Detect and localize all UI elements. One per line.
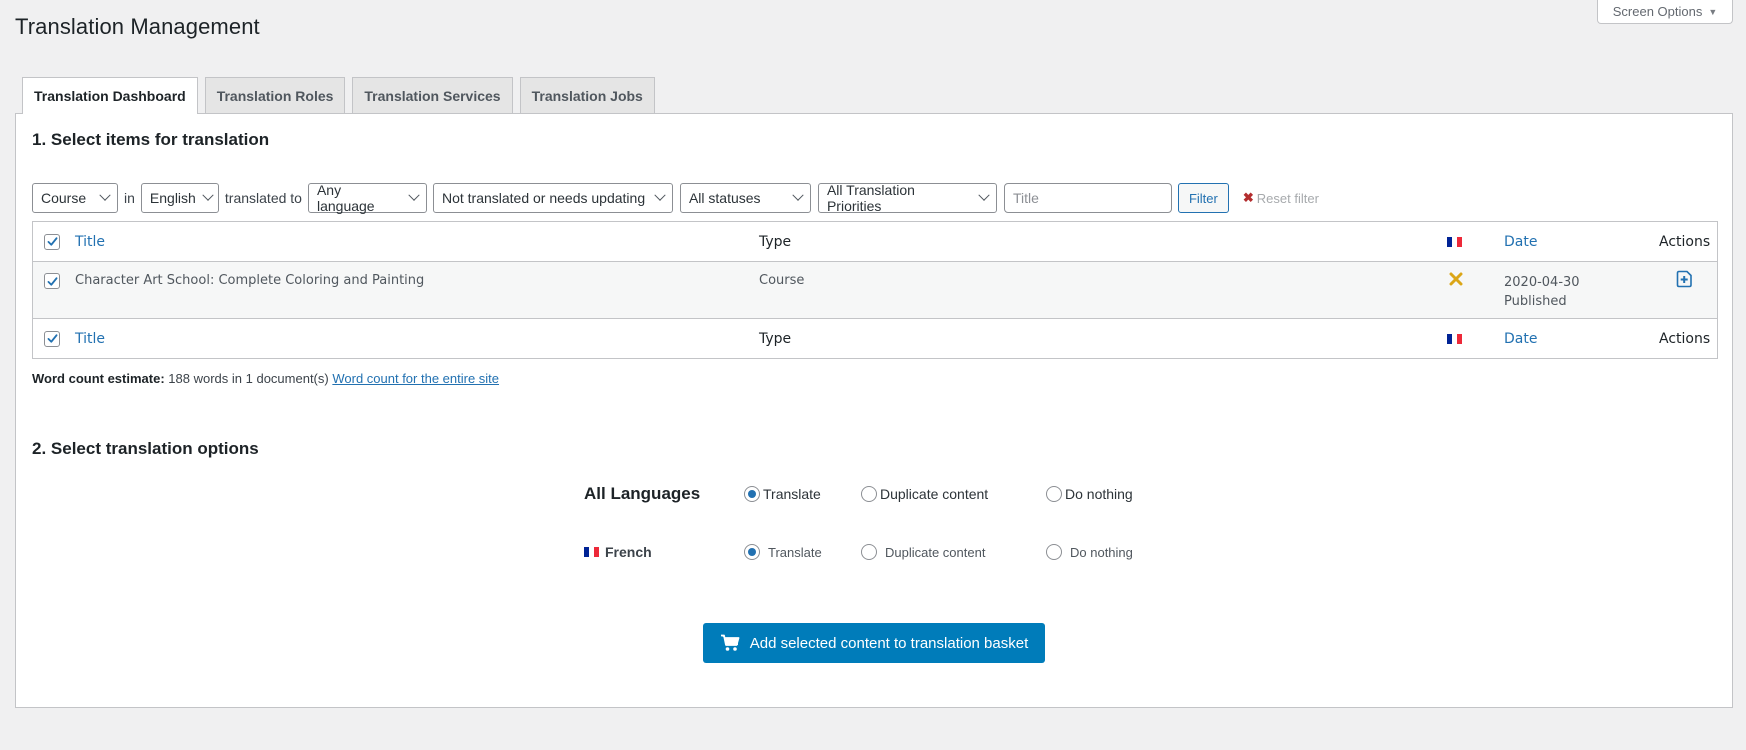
post-type-value: Course [41, 190, 87, 206]
all-languages-text: All Languages [584, 484, 701, 503]
radio-selected-icon [744, 544, 760, 560]
word-count-entire-site-link[interactable]: Word count for the entire site [332, 371, 499, 386]
screen-options-button[interactable]: Screen Options ▼ [1597, 0, 1733, 24]
all-languages-label: All Languages [584, 484, 744, 504]
section-translation-options-title: 2. Select translation options [32, 439, 259, 458]
tab-translation-jobs[interactable]: Translation Jobs [519, 77, 655, 113]
reset-filter-link[interactable]: ✖ Reset filter [1243, 190, 1319, 206]
all-languages-translate-radio[interactable]: Translate [744, 486, 861, 502]
radio-label: Translate [768, 544, 822, 560]
items-table: Title Type Date Actions Character Art Sc… [32, 221, 1718, 359]
radio-unselected-icon [861, 486, 877, 502]
actions-column-footer: Actions [1659, 330, 1711, 347]
screen-options-label: Screen Options [1612, 4, 1703, 19]
chevron-down-icon [202, 189, 214, 201]
radio-label: Do nothing [1065, 486, 1133, 502]
french-text: French [605, 544, 652, 560]
radio-label: Translate [763, 486, 821, 502]
date-column-sort-footer[interactable]: Date [1504, 331, 1537, 347]
priority-value: All Translation Priorities [826, 182, 915, 214]
cart-icon [720, 634, 740, 651]
in-label: in [124, 190, 135, 206]
radio-unselected-icon [1046, 544, 1062, 560]
checkmark-icon [47, 334, 57, 343]
row-status: Published [1504, 294, 1567, 309]
tab-translation-services[interactable]: Translation Services [352, 77, 513, 113]
french-flag-icon [1447, 333, 1462, 344]
filter-bar: Course in English translated to Any lang… [32, 182, 1319, 214]
word-count-estimate: Word count estimate: 188 words in 1 docu… [32, 371, 499, 386]
checkmark-icon [47, 276, 57, 286]
select-all-checkbox[interactable] [44, 233, 60, 250]
translation-option-row-french: French Translate Duplicate content Do no… [584, 544, 1133, 560]
row-checkbox[interactable] [44, 273, 60, 289]
translation-status-value: Not translated or needs updating [441, 190, 646, 206]
french-flag-icon [1447, 236, 1462, 247]
tab-bar: Translation Dashboard Translation Roles … [22, 77, 655, 114]
translation-option-row-all-languages: All Languages Translate Duplicate conten… [584, 484, 1133, 504]
add-to-translation-basket-button[interactable]: Add selected content to translation bask… [703, 623, 1045, 663]
priority-select[interactable]: All Translation Priorities [817, 182, 997, 214]
post-status-value: All statuses [688, 190, 761, 206]
row-date-status: 2020-04-30 Published [1504, 273, 1580, 311]
row-title: Character Art School: Complete Coloring … [75, 273, 425, 288]
french-duplicate-radio[interactable]: Duplicate content [861, 544, 1046, 560]
target-language-select[interactable]: Any language [307, 182, 427, 214]
source-language-select[interactable]: English [140, 183, 219, 213]
all-languages-duplicate-radio[interactable]: Duplicate content [861, 486, 1046, 502]
select-all-checkbox-footer[interactable] [44, 330, 60, 347]
add-to-basket-label: Add selected content to translation bask… [749, 634, 1029, 652]
chevron-down-icon [978, 189, 990, 201]
section-select-items-title: 1. Select items for translation [32, 130, 270, 149]
chevron-down-icon [792, 189, 804, 201]
radio-unselected-icon [861, 544, 877, 560]
caret-down-icon: ▼ [1708, 6, 1718, 17]
reset-filter-label: Reset filter [1256, 190, 1319, 206]
radio-label: Duplicate content [885, 544, 986, 560]
row-type: Course [759, 273, 805, 288]
all-languages-do-nothing-radio[interactable]: Do nothing [1046, 486, 1133, 502]
radio-label: Duplicate content [880, 486, 989, 502]
french-flag-icon [584, 547, 599, 557]
radio-selected-icon [744, 486, 760, 502]
source-language-value: English [149, 190, 196, 206]
translation-status-select[interactable]: Not translated or needs updating [432, 183, 673, 213]
tab-translation-roles[interactable]: Translation Roles [204, 77, 346, 113]
title-column-sort-footer[interactable]: Title [75, 331, 105, 347]
word-count-value: 188 words in 1 document(s) [168, 371, 329, 386]
dashboard-panel: 1. Select items for translation Course i… [15, 113, 1733, 708]
radio-unselected-icon [1046, 486, 1062, 502]
chevron-down-icon [408, 189, 420, 201]
date-column-sort[interactable]: Date [1504, 234, 1537, 250]
french-language-label: French [584, 544, 744, 560]
not-translated-icon [1449, 272, 1463, 290]
post-type-select[interactable]: Course [32, 183, 118, 213]
close-icon: ✖ [1242, 190, 1254, 205]
actions-column-header: Actions [1659, 233, 1711, 250]
french-do-nothing-radio[interactable]: Do nothing [1046, 544, 1133, 560]
add-translation-icon[interactable] [1675, 270, 1693, 292]
title-column-sort[interactable]: Title [75, 234, 105, 250]
type-column-footer: Type [759, 330, 792, 347]
translated-to-label: translated to [224, 190, 302, 206]
chevron-down-icon [99, 189, 111, 201]
table-header-row: Title Type Date Actions [33, 222, 1717, 262]
target-language-value: Any language [316, 182, 375, 214]
table-row: Character Art School: Complete Coloring … [33, 262, 1717, 318]
tab-translation-dashboard[interactable]: Translation Dashboard [22, 77, 198, 114]
radio-label: Do nothing [1070, 544, 1133, 560]
type-column-header: Type [759, 233, 792, 250]
french-translate-radio[interactable]: Translate [744, 544, 861, 560]
filter-button[interactable]: Filter [1177, 183, 1229, 213]
chevron-down-icon [654, 189, 666, 201]
page-title: Translation Management [15, 14, 260, 39]
title-search-input[interactable] [1003, 183, 1172, 213]
table-footer-row: Title Type Date Actions [33, 318, 1717, 358]
checkmark-icon [47, 237, 57, 246]
post-status-select[interactable]: All statuses [679, 183, 811, 213]
row-date: 2020-04-30 [1504, 275, 1580, 290]
word-count-label: Word count estimate: [32, 371, 165, 386]
